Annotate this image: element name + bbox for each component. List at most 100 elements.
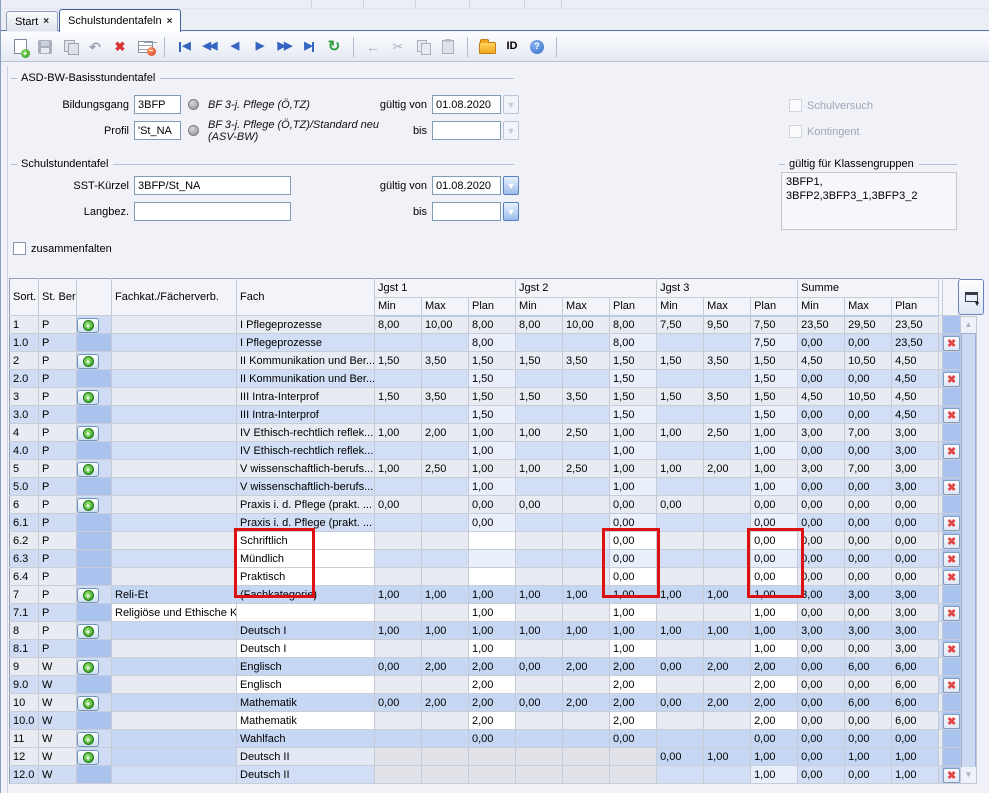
cell-value[interactable] (422, 640, 469, 658)
cell-value[interactable]: 4,50 (892, 388, 939, 406)
cell-value[interactable]: 1,00 (610, 604, 657, 622)
cell-value[interactable] (704, 568, 751, 586)
cell-value[interactable]: 1,00 (751, 748, 798, 766)
cell-value[interactable] (422, 514, 469, 532)
add-subrow-button[interactable]: + (77, 354, 99, 369)
asd-bis-field[interactable] (432, 121, 501, 140)
cell-value[interactable] (704, 766, 751, 784)
cell-value[interactable]: 0,00 (798, 676, 845, 694)
delete-row-button[interactable]: ✖ (943, 480, 960, 495)
cell-value[interactable]: 1,00 (469, 478, 516, 496)
delete-row-button[interactable]: ✖ (943, 678, 960, 693)
checkbox-icon[interactable] (13, 242, 26, 255)
cell-value[interactable]: 2,50 (563, 424, 610, 442)
cell-value[interactable]: 8,00 (610, 316, 657, 334)
cell-value[interactable]: 1,00 (469, 586, 516, 604)
table-remove-button[interactable] (134, 36, 156, 58)
cell-value[interactable]: 1,00 (516, 460, 563, 478)
cell-fach[interactable]: I Pflegeprozesse (237, 334, 375, 352)
cell-value[interactable] (422, 550, 469, 568)
tab-start[interactable]: Start × (6, 11, 58, 31)
cell-value[interactable]: 1,00 (610, 460, 657, 478)
nav-fast-prev-button[interactable]: ◀◀ (198, 36, 220, 58)
cell-fachkat[interactable]: Religiöse und Ethische Ko... (112, 604, 237, 622)
cell-value[interactable]: 1,50 (375, 388, 422, 406)
cell-value[interactable] (516, 406, 563, 424)
cell-fachkat[interactable] (112, 316, 237, 334)
cell-value[interactable] (422, 604, 469, 622)
cell-fach[interactable]: V wissenschaftlich-berufs... (237, 460, 375, 478)
cell-value[interactable]: 3,00 (892, 424, 939, 442)
cell-fach[interactable]: Mathematik (237, 694, 375, 712)
cell-value[interactable]: 3,00 (892, 622, 939, 640)
cell-value[interactable]: 2,00 (610, 658, 657, 676)
cell-value[interactable]: 3,00 (798, 622, 845, 640)
delete-row-button[interactable]: ✖ (943, 408, 960, 423)
cell-value[interactable]: 4,50 (892, 406, 939, 424)
table-row[interactable]: 4P+IV Ethisch-rechtlich reflek...1,002,0… (10, 424, 961, 442)
scroll-down-icon[interactable]: ▼ (961, 767, 976, 783)
cell-value[interactable] (563, 730, 610, 748)
cell-value[interactable]: 10,00 (563, 316, 610, 334)
cell-value[interactable]: 0,00 (375, 658, 422, 676)
cell-value[interactable]: 0,00 (845, 730, 892, 748)
cell-value[interactable]: 1,00 (469, 424, 516, 442)
cell-value[interactable]: 3,50 (422, 352, 469, 370)
cell-fachkat[interactable] (112, 514, 237, 532)
cell-value[interactable]: 4,50 (892, 370, 939, 388)
cell-value[interactable] (563, 748, 610, 766)
sst-bis-field[interactable] (432, 202, 501, 221)
cell-value[interactable]: 0,00 (845, 442, 892, 460)
cell-value[interactable] (469, 532, 516, 550)
add-subrow-button[interactable]: + (77, 426, 99, 441)
cell-value[interactable] (375, 748, 422, 766)
profil-field[interactable] (134, 121, 181, 140)
cell-fachkat[interactable] (112, 712, 237, 730)
cell-fach[interactable]: Deutsch I (237, 622, 375, 640)
cell-value[interactable]: 0,00 (516, 694, 563, 712)
table-row[interactable]: 2.0PII Kommunikation und Ber...1,501,501… (10, 370, 961, 388)
cell-value[interactable] (657, 406, 704, 424)
add-subrow-button[interactable]: + (77, 750, 99, 765)
cell-value[interactable]: 1,50 (469, 388, 516, 406)
cell-value[interactable]: 0,00 (798, 712, 845, 730)
cell-value[interactable] (704, 550, 751, 568)
delete-row-button[interactable]: ✖ (943, 552, 960, 567)
cell-value[interactable]: 3,00 (892, 586, 939, 604)
cell-value[interactable]: 1,00 (751, 766, 798, 784)
add-subrow-button[interactable]: + (77, 390, 99, 405)
table-row[interactable]: 3.0PIII Intra-Interprof1,501,501,500,000… (10, 406, 961, 424)
cell-value[interactable] (422, 532, 469, 550)
cell-value[interactable]: 8,00 (469, 334, 516, 352)
cell-value[interactable]: 3,00 (892, 460, 939, 478)
table-row[interactable]: 10W+Mathematik0,002,002,000,002,002,000,… (10, 694, 961, 712)
cell-fachkat[interactable] (112, 532, 237, 550)
cell-value[interactable]: 1,00 (704, 622, 751, 640)
cell-value[interactable]: 0,00 (516, 496, 563, 514)
cell-value[interactable]: 1,50 (516, 352, 563, 370)
cell-value[interactable]: 0,00 (798, 550, 845, 568)
cell-value[interactable]: 0,00 (892, 514, 939, 532)
cell-value[interactable]: 0,00 (892, 568, 939, 586)
table-row[interactable]: 1P+I Pflegeprozesse8,0010,008,008,0010,0… (10, 316, 961, 334)
cell-value[interactable]: 0,00 (798, 568, 845, 586)
cell-value[interactable]: 1,00 (422, 622, 469, 640)
cell-fach[interactable]: Deutsch II (237, 748, 375, 766)
cell-value[interactable] (422, 442, 469, 460)
cell-value[interactable] (516, 568, 563, 586)
cell-value[interactable]: 10,50 (845, 352, 892, 370)
cell-value[interactable] (422, 712, 469, 730)
cell-value[interactable] (704, 604, 751, 622)
cell-value[interactable]: 3,50 (704, 388, 751, 406)
cell-value[interactable]: 1,00 (751, 424, 798, 442)
cell-value[interactable]: 0,00 (845, 496, 892, 514)
delete-row-button[interactable]: ✖ (943, 606, 960, 621)
nav-prev-button[interactable]: ◀ (223, 36, 245, 58)
cell-value[interactable]: 0,00 (610, 496, 657, 514)
cell-value[interactable]: 0,00 (845, 334, 892, 352)
cell-fach[interactable]: Deutsch I (237, 640, 375, 658)
cell-value[interactable]: 2,00 (469, 658, 516, 676)
cell-value[interactable]: 1,00 (704, 586, 751, 604)
cell-value[interactable]: 0,00 (798, 604, 845, 622)
table-row[interactable]: 3P+III Intra-Interprof1,503,501,501,503,… (10, 388, 961, 406)
